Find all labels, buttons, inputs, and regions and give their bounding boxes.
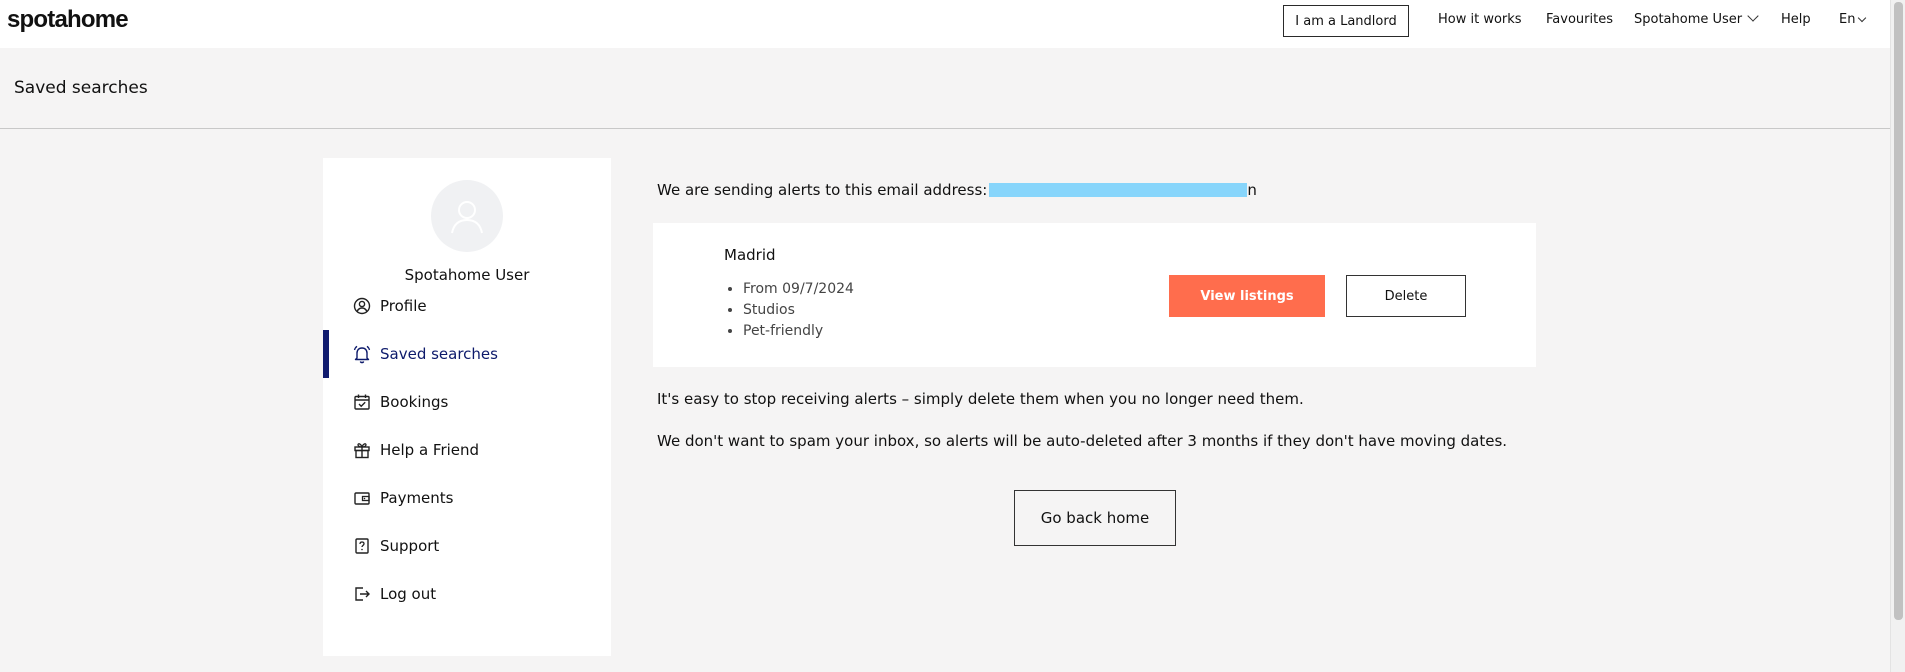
email-redaction-mask <box>989 182 1248 197</box>
go-back-home-button[interactable]: Go back home <box>1014 490 1176 546</box>
profile-icon <box>352 296 372 316</box>
criteria-item: From 09/7/2024 <box>743 279 854 300</box>
sidebar-item-support[interactable]: Support <box>323 522 611 570</box>
saved-search-city: Madrid <box>724 246 776 264</box>
favourites-link[interactable]: Favourites <box>1546 12 1613 27</box>
sidebar-item-label: Log out <box>380 585 437 603</box>
language-label: En <box>1839 12 1856 27</box>
user-menu[interactable]: Spotahome User <box>1634 10 1759 27</box>
page-header: Saved searches <box>0 48 1890 129</box>
sidebar-item-saved-searches[interactable]: Saved searches <box>323 330 611 378</box>
account-sidebar: Spotahome User Profile Saved searches Bo… <box>323 158 611 656</box>
alert-intro-text: We are sending alerts to this email addr… <box>657 181 988 199</box>
logout-icon <box>352 584 372 604</box>
sidebar-item-log-out[interactable]: Log out <box>323 570 611 618</box>
sidebar-item-label: Help a Friend <box>380 441 480 459</box>
calendar-check-icon <box>352 392 372 412</box>
user-placeholder-icon <box>451 201 483 234</box>
auto-delete-info: We don't want to spam your inbox, so ale… <box>657 432 1508 450</box>
question-icon <box>352 536 372 556</box>
sidebar-item-help-a-friend[interactable]: Help a Friend <box>323 426 611 474</box>
sidebar-item-label: Saved searches <box>380 345 498 363</box>
sidebar-item-label: Profile <box>380 297 427 315</box>
gift-icon <box>352 440 372 460</box>
wallet-icon <box>352 488 372 508</box>
sidebar-item-profile[interactable]: Profile <box>323 282 611 330</box>
chevron-down-icon <box>1858 13 1867 23</box>
top-navigation-bar: spotahome I am a Landlord How it works F… <box>0 0 1890 48</box>
view-listings-button[interactable]: View listings <box>1169 275 1325 317</box>
scrollbar-thumb[interactable] <box>1894 2 1903 620</box>
criteria-item: Studios <box>743 300 854 321</box>
help-link[interactable]: Help <box>1781 12 1811 27</box>
stop-alerts-info: It's easy to stop receiving alerts – sim… <box>657 390 1304 408</box>
user-menu-label: Spotahome User <box>1634 12 1743 27</box>
spotahome-logo[interactable]: spotahome <box>7 6 129 34</box>
criteria-item: Pet-friendly <box>743 321 854 342</box>
i-am-a-landlord-button[interactable]: I am a Landlord <box>1283 5 1409 37</box>
how-it-works-link[interactable]: How it works <box>1438 12 1522 27</box>
alert-email-notice: We are sending alerts to this email addr… <box>657 181 1257 199</box>
active-indicator <box>323 330 329 378</box>
sidebar-item-label: Payments <box>380 489 454 507</box>
sidebar-item-payments[interactable]: Payments <box>323 474 611 522</box>
language-selector[interactable]: En <box>1839 12 1867 27</box>
sidebar-item-label: Bookings <box>380 393 449 411</box>
saved-search-criteria: From 09/7/2024 Studios Pet-friendly <box>743 279 854 342</box>
sidebar-item-label: Support <box>380 537 440 555</box>
vertical-scrollbar[interactable] <box>1890 0 1905 672</box>
saved-search-card: Madrid From 09/7/2024 Studios Pet-friend… <box>653 223 1536 367</box>
bell-icon <box>352 344 372 364</box>
avatar <box>431 180 503 252</box>
email-visible-tail: n <box>1247 181 1257 199</box>
chevron-down-icon <box>1747 10 1759 22</box>
delete-button[interactable]: Delete <box>1346 275 1466 317</box>
sidebar-item-bookings[interactable]: Bookings <box>323 378 611 426</box>
page-title: Saved searches <box>14 78 148 98</box>
